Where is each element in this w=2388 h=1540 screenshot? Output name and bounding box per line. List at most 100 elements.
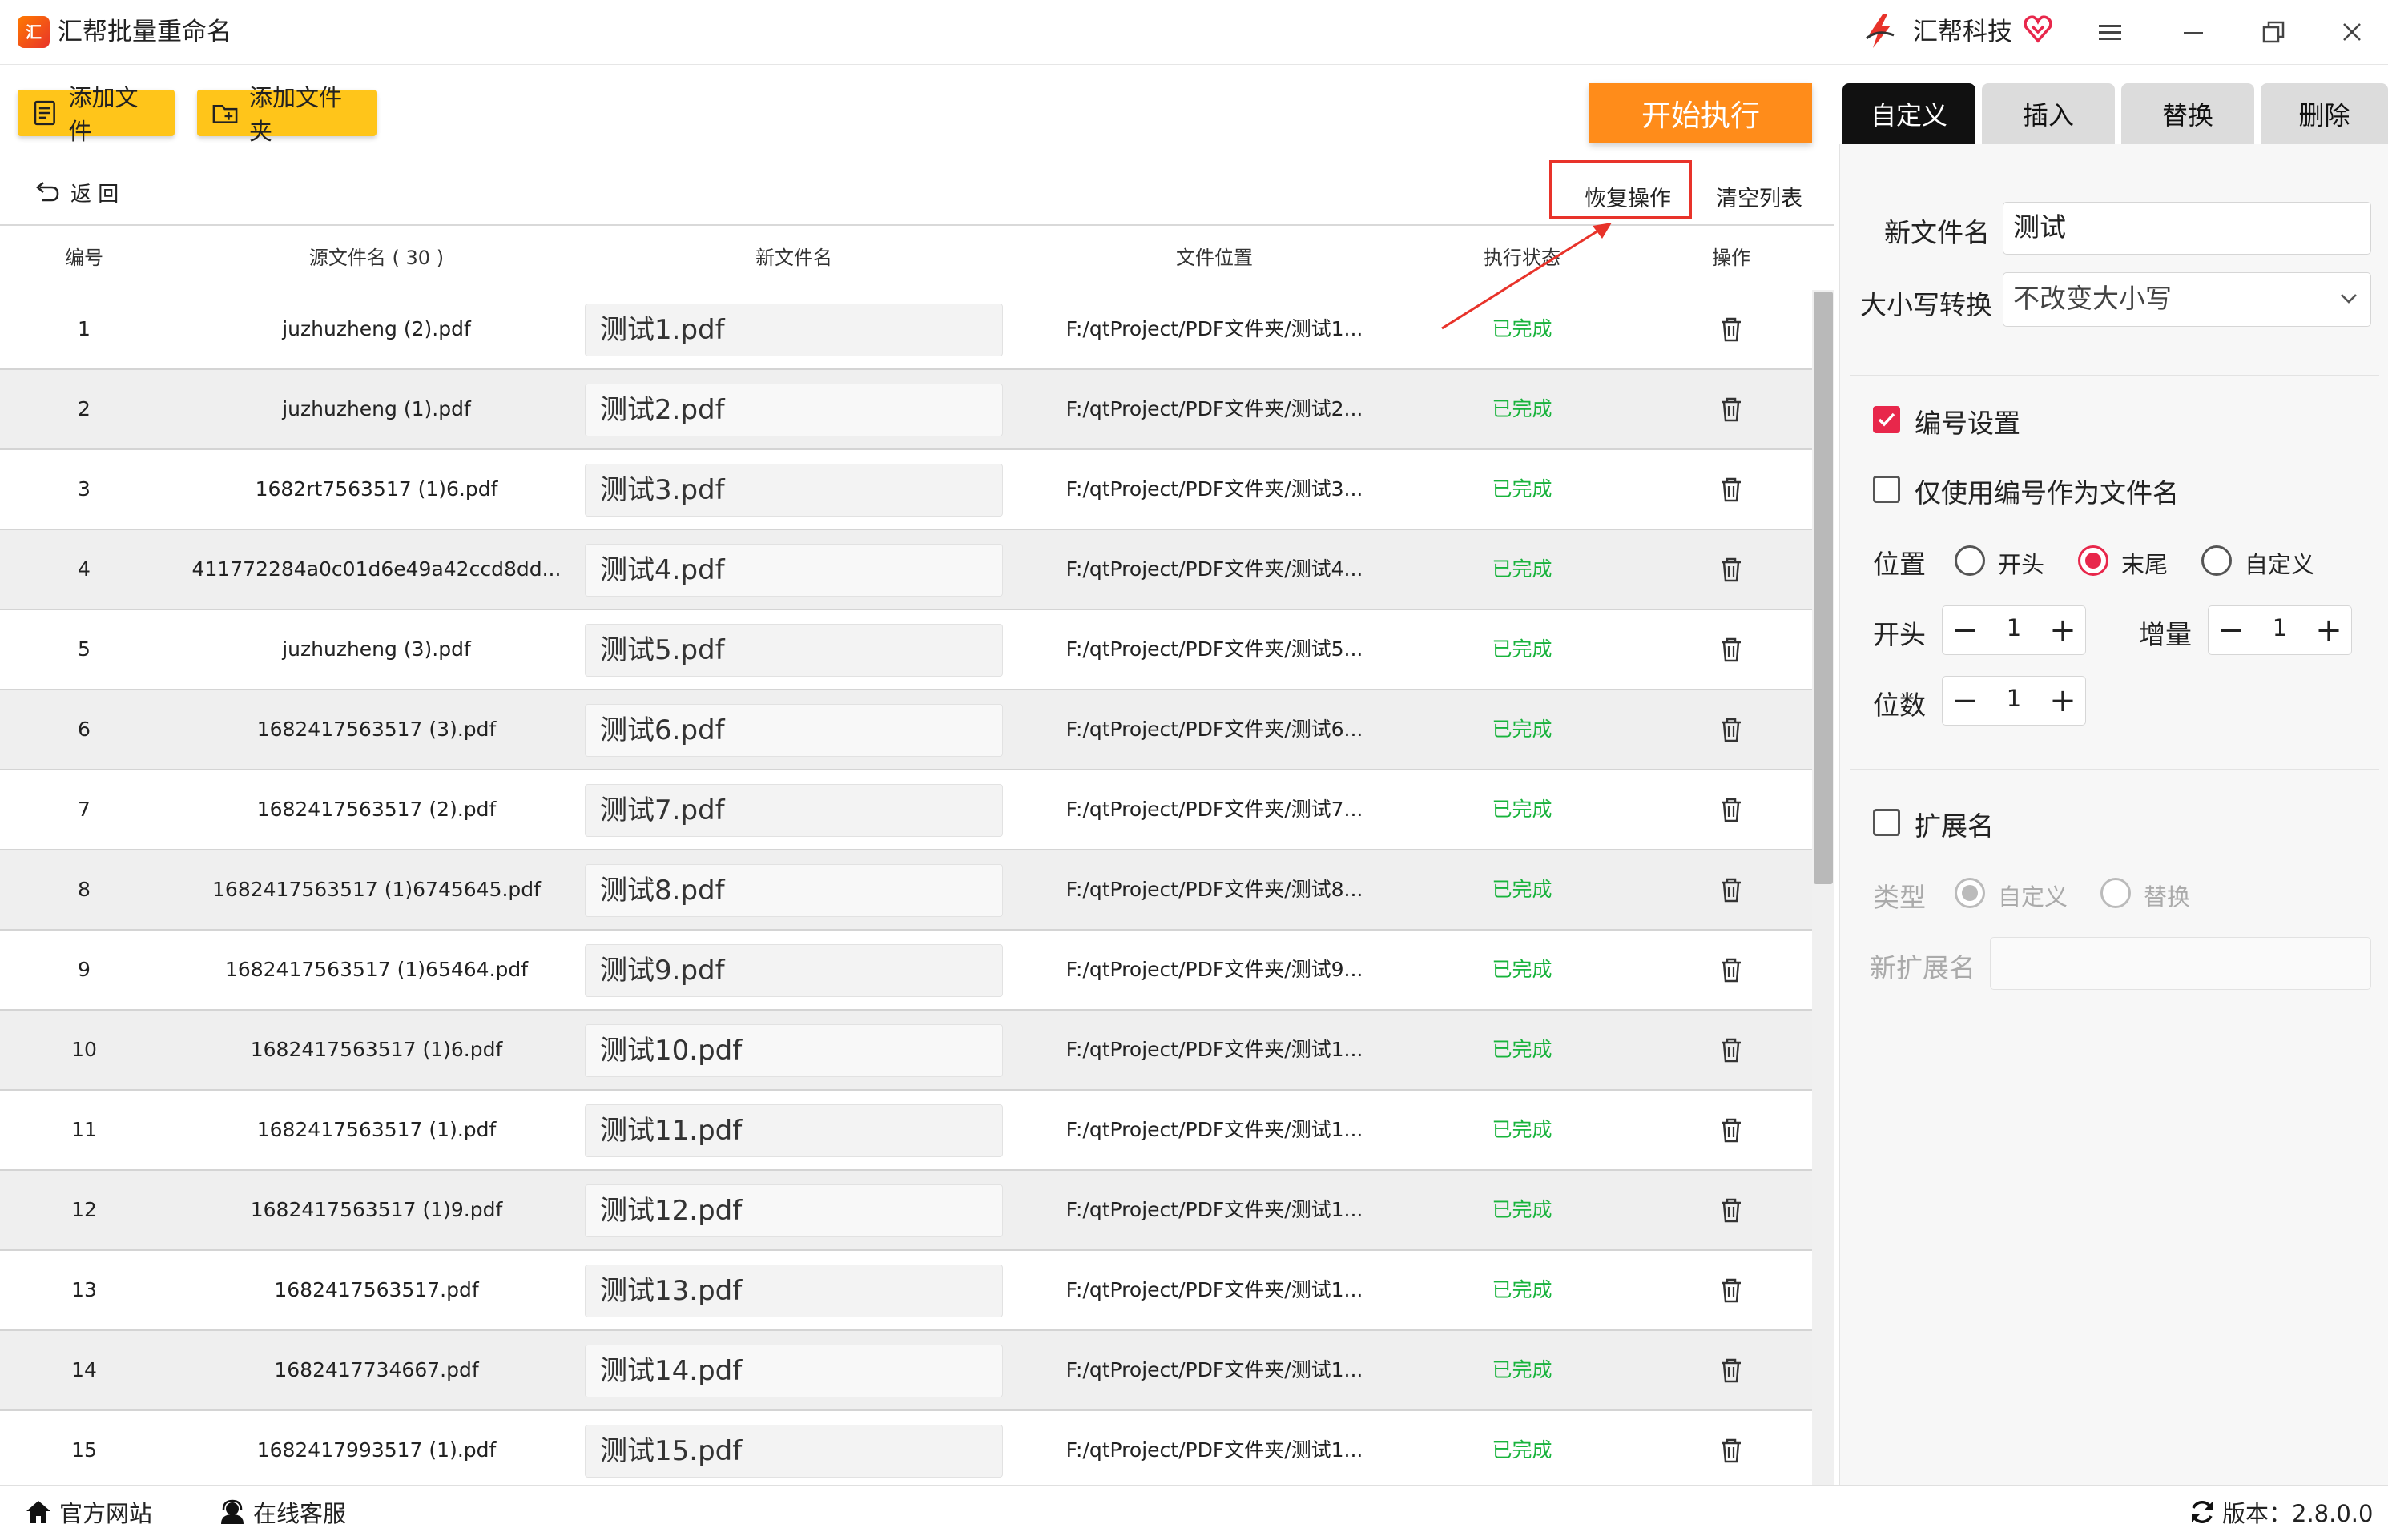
back-button[interactable]: 返 回 (34, 178, 119, 207)
table-row[interactable]: 8 1682417563517 (1)6745645.pdf 测试8.pdf F:/q… (0, 850, 1834, 931)
trash-icon[interactable] (1718, 956, 1745, 983)
digits-increment-button[interactable]: + (2040, 677, 2085, 725)
table-row[interactable]: 5 juzhuzheng (3).pdf 测试5.pdf F:/qtProject/P… (0, 610, 1834, 690)
row-new-name-field[interactable]: 测试10.pdf (585, 1024, 1003, 1077)
row-new-name-field[interactable]: 测试2.pdf (585, 384, 1003, 436)
digits-decrement-button[interactable]: − (1943, 677, 1987, 725)
trash-icon[interactable] (1718, 1357, 1745, 1384)
increment-value[interactable]: 1 (2253, 606, 2306, 654)
row-new-name-field[interactable]: 测试6.pdf (585, 704, 1003, 757)
row-new-name-field[interactable]: 测试4.pdf (585, 544, 1003, 597)
support-link[interactable]: 在线客服 (218, 1495, 346, 1529)
menu-icon[interactable] (2088, 13, 2132, 51)
table-row[interactable]: 14 1682417734667.pdf 测试14.pdf F:/qtProject/… (0, 1331, 1834, 1411)
table-row[interactable]: 12 1682417563517 (1)9.pdf 测试12.pdf F:/qtPro… (0, 1171, 1834, 1251)
table-row[interactable]: 15 1682417993517 (1).pdf 测试15.pdf F:/qtProj… (0, 1411, 1834, 1486)
add-file-button[interactable]: 添加文件 (18, 84, 175, 145)
trash-icon[interactable] (1718, 796, 1745, 823)
minimize-icon[interactable] (2171, 13, 2216, 51)
start-decrement-button[interactable]: − (1943, 606, 1987, 654)
numbering-checkbox[interactable] (1873, 406, 1900, 433)
row-source-name: juzhuzheng (3).pdf (282, 637, 471, 661)
start-button[interactable]: 开始执行 (1589, 83, 1812, 143)
start-value[interactable]: 1 (1987, 606, 2040, 654)
row-new-name-field[interactable]: 测试1.pdf (585, 304, 1003, 356)
trash-icon[interactable] (1718, 1196, 1745, 1224)
new-extension-input[interactable] (1990, 937, 2371, 990)
start-stepper[interactable]: − 1 + (1942, 605, 2086, 655)
type-custom-radio[interactable] (1955, 878, 1985, 908)
position-custom-radio[interactable] (2201, 545, 2232, 576)
extension-checkbox[interactable] (1873, 809, 1900, 836)
table-scrollbar-thumb[interactable] (1814, 292, 1833, 884)
row-new-name-field[interactable]: 测试12.pdf (585, 1184, 1003, 1237)
row-new-name-field[interactable]: 测试11.pdf (585, 1104, 1003, 1157)
panel-divider (1850, 769, 2379, 770)
row-new-name-field[interactable]: 测试13.pdf (585, 1265, 1003, 1317)
close-icon[interactable] (2330, 13, 2374, 51)
table-row[interactable]: 3 1682rt7563517 (1)6.pdf 测试3.pdf F:/qtProje… (0, 450, 1834, 530)
version-info[interactable]: 版本：2.8.0.0 (2189, 1495, 2373, 1529)
trash-icon[interactable] (1718, 1036, 1745, 1064)
trash-icon[interactable] (1718, 316, 1745, 343)
position-start-label: 开头 (1998, 551, 2045, 578)
new-name-input[interactable]: 测试 (2003, 202, 2371, 255)
case-select[interactable]: 不改变大小写 (2003, 272, 2371, 327)
increment-increment-button[interactable]: + (2306, 606, 2351, 654)
back-label: 返 回 (70, 183, 119, 207)
table-row[interactable]: 13 1682417563517.pdf 测试13.pdf F:/qtProject/… (0, 1251, 1834, 1331)
row-source-name: 1682rt7563517 (1)6.pdf (255, 477, 498, 501)
table-row[interactable]: 2 juzhuzheng (1).pdf 测试2.pdf F:/qtProject/P… (0, 370, 1834, 450)
extension-label: 扩展名 (1915, 810, 1994, 842)
position-end-radio[interactable] (2078, 545, 2108, 576)
trash-icon[interactable] (1718, 1277, 1745, 1304)
restore-window-icon[interactable] (2251, 13, 2296, 51)
table-row[interactable]: 7 1682417563517 (2).pdf 测试7.pdf F:/qtProjec… (0, 770, 1834, 850)
row-status: 已完成 (1492, 1438, 1552, 1462)
trash-icon[interactable] (1718, 1116, 1745, 1144)
type-replace-label: 替换 (2144, 883, 2191, 911)
table-row[interactable]: 10 1682417563517 (1)6.pdf 测试10.pdf F:/qtPro… (0, 1011, 1834, 1091)
clear-list-button[interactable]: 清空列表 (1716, 181, 1802, 212)
home-icon (26, 1501, 50, 1523)
header-number: 编号 (65, 247, 103, 269)
row-location: F:/qtProject/PDF文件夹/测试1... (1065, 1038, 1363, 1061)
row-new-name-field[interactable]: 测试14.pdf (585, 1345, 1003, 1397)
heart-icon[interactable] (2022, 13, 2054, 45)
type-replace-radio[interactable] (2100, 878, 2131, 908)
digits-stepper[interactable]: − 1 + (1942, 676, 2086, 726)
trash-icon[interactable] (1718, 636, 1745, 663)
row-new-name-field[interactable]: 测试5.pdf (585, 624, 1003, 677)
table-row[interactable]: 9 1682417563517 (1)65464.pdf 测试9.pdf F:/qtP… (0, 931, 1834, 1011)
row-new-name-field[interactable]: 测试8.pdf (585, 864, 1003, 917)
increment-stepper[interactable]: − 1 + (2208, 605, 2352, 655)
digits-value[interactable]: 1 (1987, 677, 2040, 725)
tab-delete[interactable]: 删除 (2261, 83, 2388, 144)
tab-insert[interactable]: 插入 (1982, 83, 2115, 144)
trash-icon[interactable] (1718, 716, 1745, 743)
only-number-checkbox[interactable] (1873, 476, 1900, 503)
row-new-name-field[interactable]: 测试3.pdf (585, 464, 1003, 517)
row-new-name-field[interactable]: 测试7.pdf (585, 784, 1003, 837)
table-row[interactable]: 11 1682417563517 (1).pdf 测试11.pdf F:/qtProj… (0, 1091, 1834, 1171)
trash-icon[interactable] (1718, 876, 1745, 903)
table-row[interactable]: 6 1682417563517 (3).pdf 测试6.pdf F:/qtProjec… (0, 690, 1834, 770)
trash-icon[interactable] (1718, 1437, 1745, 1464)
table-row[interactable]: 4 411772284a0c01d6e49a42ccd8dd... 测试4.pdf F… (0, 530, 1834, 610)
tab-replace[interactable]: 替换 (2121, 83, 2254, 144)
numbering-label: 编号设置 (1915, 408, 2020, 439)
trash-icon[interactable] (1718, 476, 1745, 503)
row-new-name-field[interactable]: 测试9.pdf (585, 944, 1003, 997)
position-start-radio[interactable] (1955, 545, 1985, 576)
row-location: F:/qtProject/PDF文件夹/测试4... (1065, 557, 1363, 581)
website-link[interactable]: 官方网站 (24, 1495, 152, 1529)
row-new-name-field[interactable]: 测试15.pdf (585, 1425, 1003, 1478)
start-increment-button[interactable]: + (2040, 606, 2085, 654)
trash-icon[interactable] (1718, 556, 1745, 583)
add-folder-button[interactable]: 添加文件夹 (197, 84, 377, 145)
row-status: 已完成 (1492, 557, 1552, 581)
increment-decrement-button[interactable]: − (2209, 606, 2253, 654)
trash-icon[interactable] (1718, 396, 1745, 423)
tab-custom[interactable]: 自定义 (1842, 83, 1975, 144)
row-location: F:/qtProject/PDF文件夹/测试1... (1065, 317, 1363, 340)
